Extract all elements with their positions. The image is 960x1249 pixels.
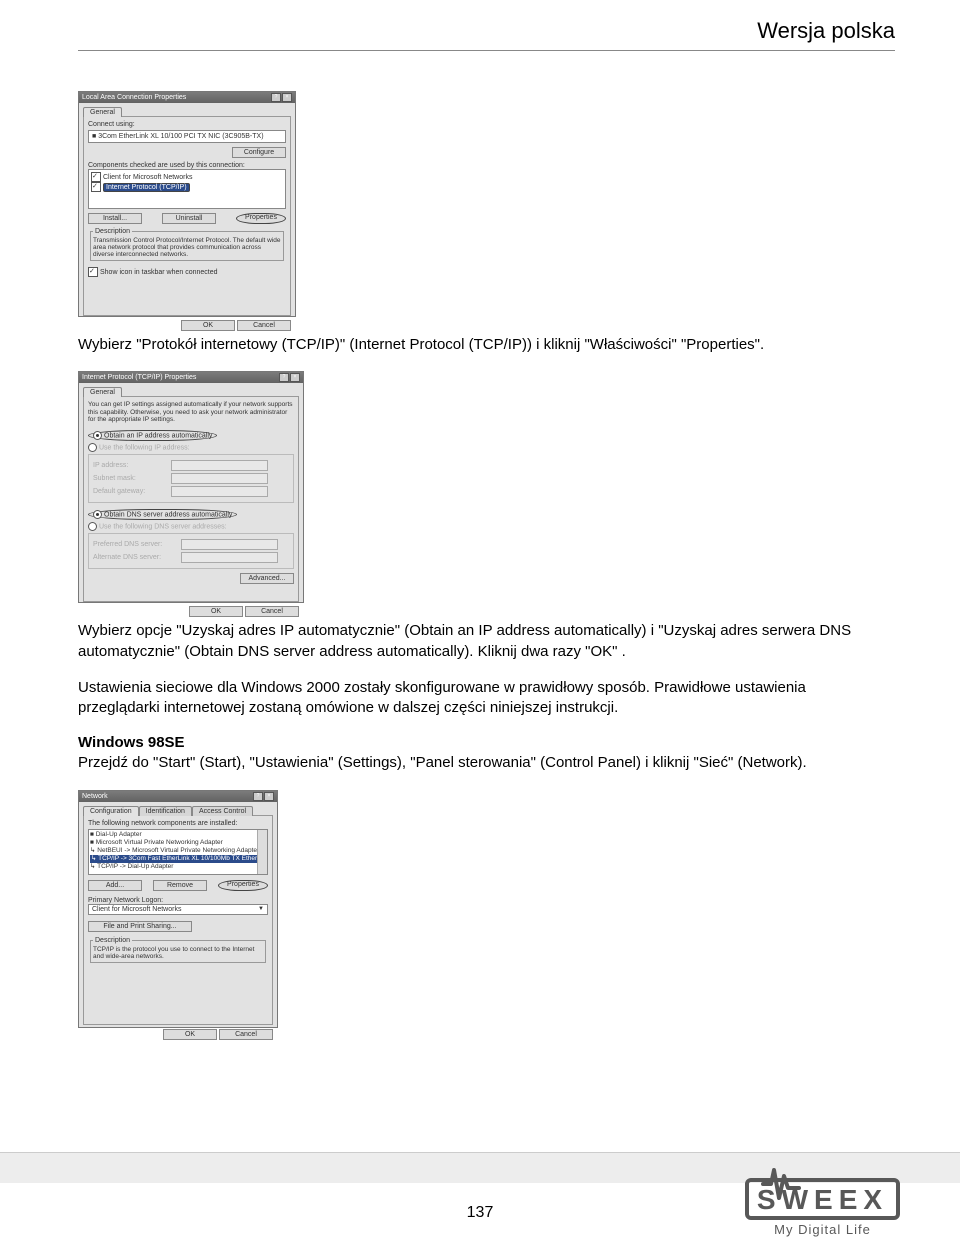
help-icon[interactable]: ? (279, 373, 289, 382)
paragraph: Przejdź do "Start" (Start), "Ustawienia"… (78, 753, 878, 773)
pref-dns-field (181, 539, 278, 550)
alt-dns-label: Alternate DNS server: (93, 554, 181, 561)
ok-button[interactable]: OK (181, 320, 235, 331)
radio-icon[interactable] (88, 522, 97, 531)
gateway-label: Default gateway: (93, 488, 171, 495)
close-icon[interactable]: × (264, 792, 274, 801)
list-item[interactable]: Client for Microsoft Networks (103, 174, 192, 181)
obtain-ip-auto[interactable]: Obtain an IP address automatically (104, 432, 212, 439)
page-header: Wersja polska (78, 18, 895, 44)
checkbox-icon[interactable] (91, 182, 101, 192)
intro-text: You can get IP settings assigned automat… (88, 401, 294, 424)
gateway-field (171, 486, 268, 497)
ok-button[interactable]: OK (163, 1029, 217, 1040)
paragraph: Ustawienia sieciowe dla Windows 2000 zos… (78, 678, 878, 719)
chevron-down-icon[interactable]: ▼ (258, 906, 264, 912)
list-item[interactable]: ↳ TCP/IP -> Dial-Up Adapter (90, 863, 266, 871)
description-text: TCP/IP is the protocol you use to connec… (93, 946, 263, 960)
remove-button[interactable]: Remove (153, 880, 207, 891)
screenshot-network: Network ? × ConfigurationIdentificationA… (78, 790, 278, 1028)
help-icon[interactable]: ? (271, 93, 281, 102)
tab-general[interactable]: General (83, 107, 122, 117)
help-icon[interactable]: ? (253, 792, 263, 801)
close-icon[interactable]: × (282, 93, 292, 102)
pref-dns-label: Preferred DNS server: (93, 541, 181, 548)
screenshot-lan-properties: Local Area Connection Properties ? × Gen… (78, 91, 296, 317)
close-icon[interactable]: × (290, 373, 300, 382)
file-print-sharing-button[interactable]: File and Print Sharing... (88, 921, 192, 932)
ip-address-field (171, 460, 268, 471)
description-label: Description (93, 937, 132, 944)
ok-button[interactable]: OK (189, 606, 243, 617)
cancel-button[interactable]: Cancel (219, 1029, 273, 1040)
paragraph: Wybierz "Protokół internetowy (TCP/IP)" … (78, 335, 878, 355)
dialog-title: Local Area Connection Properties (82, 93, 186, 102)
header-rule (78, 50, 895, 51)
subnet-mask-field (171, 473, 268, 484)
configure-button[interactable]: Configure (232, 147, 286, 158)
components-label: Components checked are used by this conn… (88, 162, 286, 169)
list-item-selected[interactable]: ↳ TCP/IP -> 3Com Fast EtherLink XL 10/10… (90, 855, 266, 863)
show-icon-label: Show icon in taskbar when connected (100, 269, 218, 276)
description-text: Transmission Control Protocol/Internet P… (93, 237, 281, 258)
radio-icon[interactable] (93, 431, 102, 440)
list-item[interactable]: ■ Dial-Up Adapter (90, 831, 266, 839)
page-footer: 137 SWEEX My Digital Life (0, 1134, 960, 1249)
tab-identification[interactable]: Identification (139, 806, 192, 816)
add-button[interactable]: Add... (88, 880, 142, 891)
properties-button[interactable]: Properties (218, 880, 268, 891)
connect-using-label: Connect using: (88, 121, 286, 128)
components-installed-label: The following network components are ins… (88, 820, 268, 827)
use-following-ip[interactable]: Use the following IP address: (99, 444, 190, 451)
brand-logo: SWEEX My Digital Life (740, 1178, 905, 1237)
tab-access-control[interactable]: Access Control (192, 806, 253, 816)
brand-tagline: My Digital Life (740, 1222, 905, 1237)
list-item[interactable]: ↳ NetBEUI -> Microsoft Virtual Private N… (90, 847, 266, 855)
uninstall-button[interactable]: Uninstall (162, 213, 216, 224)
cancel-button[interactable]: Cancel (237, 320, 291, 331)
tab-general[interactable]: General (83, 387, 122, 397)
radio-icon[interactable] (93, 510, 102, 519)
adapter-name: ■ 3Com EtherLink XL 10/100 PCI TX NIC (3… (92, 133, 264, 140)
paragraph: Wybierz opcje "Uzyskaj adres IP automaty… (78, 621, 878, 662)
install-button[interactable]: Install... (88, 213, 142, 224)
checkbox-icon[interactable] (88, 267, 98, 277)
obtain-dns-auto[interactable]: Obtain DNS server address automatically (104, 511, 232, 518)
subnet-mask-label: Subnet mask: (93, 475, 171, 482)
ip-address-label: IP address: (93, 462, 171, 469)
advanced-button[interactable]: Advanced... (240, 573, 294, 584)
description-label: Description (93, 228, 132, 235)
alt-dns-field (181, 552, 278, 563)
dialog-title: Network (82, 792, 108, 801)
section-heading-win98: Windows 98SE (78, 734, 895, 751)
primary-logon-value[interactable]: Client for Microsoft Networks (92, 906, 181, 913)
list-item-tcpip[interactable]: Internet Protocol (TCP/IP) (103, 183, 190, 192)
use-following-dns[interactable]: Use the following DNS server addresses: (99, 523, 227, 530)
list-item[interactable]: ■ Microsoft Virtual Private Networking A… (90, 839, 266, 847)
properties-button[interactable]: Properties (236, 213, 286, 224)
radio-icon[interactable] (88, 443, 97, 452)
screenshot-tcpip-properties: Internet Protocol (TCP/IP) Properties ? … (78, 371, 304, 603)
cancel-button[interactable]: Cancel (245, 606, 299, 617)
tab-configuration[interactable]: Configuration (83, 806, 139, 816)
primary-logon-label: Primary Network Logon: (88, 897, 268, 904)
scrollbar[interactable] (257, 830, 267, 874)
checkbox-icon[interactable] (91, 172, 101, 182)
logo-wave-icon (761, 1162, 801, 1202)
network-components-list[interactable]: ■ Dial-Up Adapter ■ Microsoft Virtual Pr… (88, 829, 268, 875)
dialog-title: Internet Protocol (TCP/IP) Properties (82, 373, 196, 382)
